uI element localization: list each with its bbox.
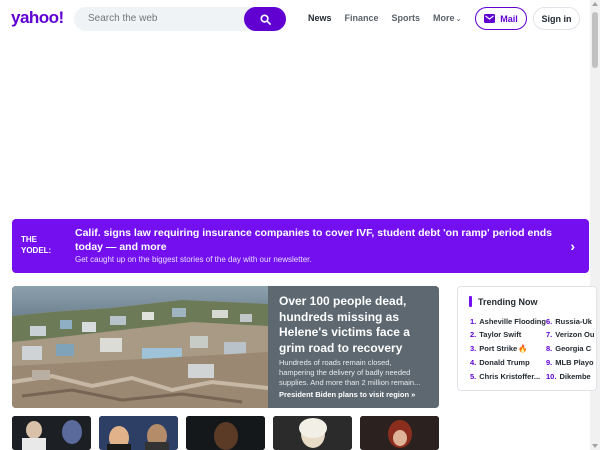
- story-thumbnail-image: [99, 416, 178, 450]
- mail-button[interactable]: Mail: [475, 7, 527, 30]
- trending-label: MLB Playo: [555, 358, 594, 367]
- yodel-label: THE YODEL:: [21, 234, 61, 256]
- trending-item-9[interactable]: 9. MLB Playo: [546, 358, 594, 367]
- trending-now-panel: Trending Now 1. Asheville Flooding 2. Tayl…: [457, 286, 597, 391]
- trending-label: Port Strike: [479, 344, 518, 353]
- scroll-down-arrow-icon[interactable]: [592, 444, 598, 448]
- trending-item-10[interactable]: 10. Dikembe: [546, 372, 591, 381]
- trending-item-8[interactable]: 8. Georgia C: [546, 344, 591, 353]
- chevron-right-icon[interactable]: ›: [570, 238, 575, 254]
- nav-sports[interactable]: Sports: [392, 13, 421, 23]
- scroll-thumb[interactable]: [592, 12, 598, 68]
- story-thumbnail[interactable]: [186, 416, 265, 450]
- story-thumbnail-image: [186, 416, 265, 450]
- trending-item-5[interactable]: 5. Chris Kristoffer...: [470, 372, 540, 381]
- nav-more[interactable]: More⌄: [433, 13, 461, 23]
- trending-num: 10.: [546, 372, 557, 381]
- scroll-up-arrow-icon[interactable]: [592, 2, 598, 6]
- mail-label: Mail: [500, 13, 518, 24]
- signin-button[interactable]: Sign in: [533, 7, 580, 30]
- header: yahoo! News Finance Sports More⌄ Mail Si…: [0, 0, 590, 36]
- trending-label: Russia-Uk: [555, 317, 592, 326]
- yodel-subtitle: Get caught up on the biggest stories of …: [75, 255, 312, 264]
- trending-label: Donald Trump: [479, 358, 530, 367]
- story-thumbnail-image: [273, 416, 352, 450]
- mail-icon: [484, 14, 496, 23]
- trending-label: Asheville Flooding: [479, 317, 546, 326]
- trending-label: Georgia C: [555, 344, 592, 353]
- trending-num: 1.: [470, 317, 477, 326]
- yodel-title[interactable]: Calif. signs law requiring insurance com…: [75, 227, 560, 254]
- nav-finance[interactable]: Finance: [345, 13, 379, 23]
- trending-item-1[interactable]: 1. Asheville Flooding: [470, 317, 546, 326]
- trending-num: 9.: [546, 358, 553, 367]
- hero-text-panel: Over 100 people dead, hundreds missing a…: [268, 286, 439, 408]
- trending-num: 4.: [470, 358, 477, 367]
- story-thumbnail[interactable]: [99, 416, 178, 450]
- trending-label: Taylor Swift: [479, 330, 522, 339]
- trending-item-3[interactable]: 3. Port Strike🔥: [470, 344, 528, 353]
- story-thumbnail-image: [360, 416, 439, 450]
- yodel-label-line2: YODEL:: [21, 246, 52, 255]
- yodel-newsletter-banner[interactable]: THE YODEL: Calif. signs law requiring in…: [12, 219, 589, 273]
- nav-more-label: More: [433, 13, 455, 23]
- chevron-down-icon: ⌄: [455, 16, 462, 23]
- search-icon: [259, 13, 271, 25]
- nav-news[interactable]: News: [308, 13, 332, 23]
- yodel-label-line1: THE: [21, 235, 37, 244]
- story-thumbnail-image: [12, 416, 91, 450]
- trending-num: 3.: [470, 344, 477, 353]
- trending-item-6[interactable]: 6. Russia-Uk: [546, 317, 592, 326]
- hero-story[interactable]: Over 100 people dead, hundreds missing a…: [12, 286, 439, 408]
- trending-num: 6.: [546, 317, 553, 326]
- story-thumbnail[interactable]: [273, 416, 352, 450]
- main-nav: News Finance Sports More⌄: [308, 13, 474, 23]
- trending-accent-bar: [469, 296, 472, 307]
- trending-num: 7.: [546, 330, 553, 339]
- hero-headline[interactable]: Over 100 people dead, hundreds missing a…: [279, 294, 437, 356]
- hero-summary: Hundreds of roads remain closed, hamperi…: [279, 358, 421, 387]
- trending-num: 8.: [546, 344, 553, 353]
- trending-label: Chris Kristoffer...: [479, 372, 541, 381]
- trending-label: Verizon Ou: [555, 330, 595, 339]
- trending-label: Dikembe: [559, 372, 591, 381]
- story-thumbnail[interactable]: [12, 416, 91, 450]
- hero-related-link[interactable]: President Biden plans to visit region »: [279, 390, 415, 399]
- trending-title: Trending Now: [478, 296, 538, 307]
- search-button[interactable]: [244, 7, 286, 31]
- fire-icon: 🔥: [518, 344, 528, 353]
- hero-image[interactable]: [12, 286, 268, 408]
- search-box[interactable]: [74, 7, 286, 31]
- trending-item-7[interactable]: 7. Verizon Ou: [546, 330, 594, 339]
- trending-num: 5.: [470, 372, 477, 381]
- yahoo-logo[interactable]: yahoo!: [11, 8, 64, 28]
- trending-num: 2.: [470, 330, 477, 339]
- story-thumbnail[interactable]: [360, 416, 439, 450]
- trending-header: Trending Now: [469, 296, 538, 307]
- trending-item-2[interactable]: 2. Taylor Swift: [470, 330, 521, 339]
- trending-item-4[interactable]: 4. Donald Trump: [470, 358, 530, 367]
- search-input[interactable]: [88, 13, 238, 24]
